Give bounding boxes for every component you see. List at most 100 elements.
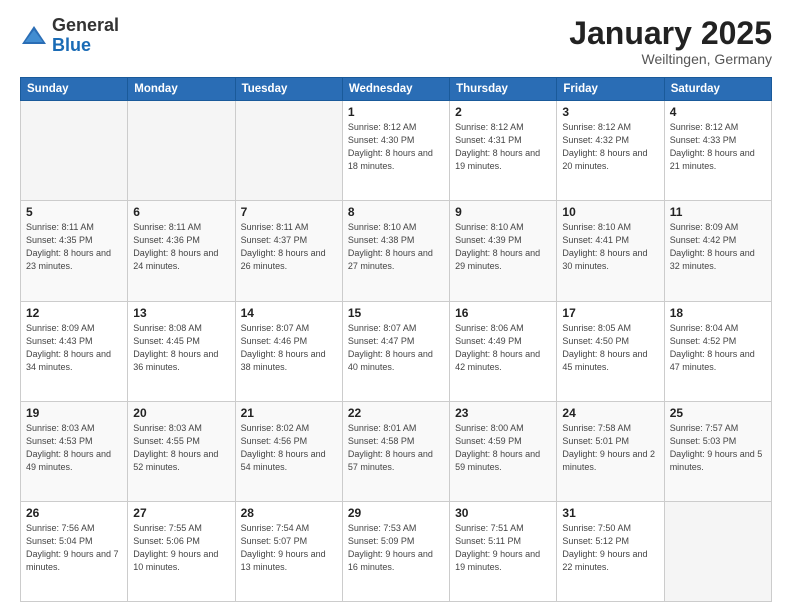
table-row: 2 Sunrise: 8:12 AMSunset: 4:31 PMDaylight… [450, 101, 557, 201]
day-info: Sunrise: 7:51 AMSunset: 5:11 PMDaylight:… [455, 522, 551, 574]
day-number: 20 [133, 406, 229, 420]
day-info: Sunrise: 8:10 AMSunset: 4:38 PMDaylight:… [348, 221, 444, 273]
day-number: 3 [562, 105, 658, 119]
table-row: 19Sunrise: 8:03 AMSunset: 4:53 PMDayligh… [21, 401, 128, 501]
table-row: 29Sunrise: 7:53 AMSunset: 5:09 PMDayligh… [342, 501, 449, 601]
day-info: Sunrise: 8:07 AMSunset: 4:47 PMDaylight:… [348, 322, 444, 374]
table-row: 16Sunrise: 8:06 AMSunset: 4:49 PMDayligh… [450, 301, 557, 401]
table-row [128, 101, 235, 201]
table-row: 13 Sunrise: 8:08 AMSunset: 4:45 PMDayligh… [128, 301, 235, 401]
day-info: Sunrise: 8:11 AMSunset: 4:37 PMDaylight:… [241, 221, 337, 273]
day-info: Sunrise: 7:58 AMSunset: 5:01 PMDaylight:… [562, 422, 658, 474]
table-row: 8 Sunrise: 8:10 AMSunset: 4:38 PMDaylight… [342, 201, 449, 301]
day-info: Sunrise: 8:09 AMSunset: 4:42 PMDaylight:… [670, 221, 766, 273]
day-number: 30 [455, 506, 551, 520]
location: Weiltingen, Germany [569, 51, 772, 67]
table-row: 5Sunrise: 8:11 AMSunset: 4:35 PMDaylight… [21, 201, 128, 301]
day-number: 25 [670, 406, 766, 420]
day-number: 18 [670, 306, 766, 320]
day-number: 27 [133, 506, 229, 520]
table-row: 3Sunrise: 8:12 AMSunset: 4:32 PMDaylight… [557, 101, 664, 201]
header-tuesday: Tuesday [235, 78, 342, 101]
day-number: 11 [670, 205, 766, 219]
day-number: 8 [348, 205, 444, 219]
month-title: January 2025 [569, 16, 772, 51]
day-number: 21 [241, 406, 337, 420]
day-info: Sunrise: 8:08 AMSunset: 4:45 PMDaylight:… [133, 322, 229, 374]
day-number: 13 [133, 306, 229, 320]
table-row: 1 Sunrise: 8:12 AMSunset: 4:30 PMDaylight… [342, 101, 449, 201]
table-row [21, 101, 128, 201]
table-row: 20 Sunrise: 8:03 AMSunset: 4:55 PMDayligh… [128, 401, 235, 501]
day-number: 7 [241, 205, 337, 219]
day-info: Sunrise: 8:09 AMSunset: 4:43 PMDaylight:… [26, 322, 122, 374]
header-monday: Monday [128, 78, 235, 101]
table-row: 25 Sunrise: 7:57 AMSunset: 5:03 PMDayligh… [664, 401, 771, 501]
table-row: 14Sunrise: 8:07 AMSunset: 4:46 PMDayligh… [235, 301, 342, 401]
day-info: Sunrise: 8:02 AMSunset: 4:56 PMDaylight:… [241, 422, 337, 474]
calendar-week-row: 19Sunrise: 8:03 AMSunset: 4:53 PMDayligh… [21, 401, 772, 501]
day-info: Sunrise: 8:12 AMSunset: 4:31 PMDaylight:… [455, 121, 551, 173]
table-row [664, 501, 771, 601]
table-row: 12 Sunrise: 8:09 AMSunset: 4:43 PMDayligh… [21, 301, 128, 401]
table-row: 21 Sunrise: 8:02 AMSunset: 4:56 PMDayligh… [235, 401, 342, 501]
day-info: Sunrise: 8:01 AMSunset: 4:58 PMDaylight:… [348, 422, 444, 474]
day-info: Sunrise: 8:12 AMSunset: 4:30 PMDaylight:… [348, 121, 444, 173]
day-info: Sunrise: 8:10 AMSunset: 4:39 PMDaylight:… [455, 221, 551, 273]
header-sunday: Sunday [21, 78, 128, 101]
header-wednesday: Wednesday [342, 78, 449, 101]
weekday-header-row: Sunday Monday Tuesday Wednesday Thursday… [21, 78, 772, 101]
day-number: 19 [26, 406, 122, 420]
title-block: January 2025 Weiltingen, Germany [569, 16, 772, 67]
table-row: 28 Sunrise: 7:54 AMSunset: 5:07 PMDayligh… [235, 501, 342, 601]
day-info: Sunrise: 8:11 AMSunset: 4:35 PMDaylight:… [26, 221, 122, 273]
table-row: 9Sunrise: 8:10 AMSunset: 4:39 PMDaylight… [450, 201, 557, 301]
day-info: Sunrise: 8:04 AMSunset: 4:52 PMDaylight:… [670, 322, 766, 374]
day-number: 17 [562, 306, 658, 320]
table-row: 11 Sunrise: 8:09 AMSunset: 4:42 PMDayligh… [664, 201, 771, 301]
header: General Blue January 2025 Weiltingen, Ge… [20, 16, 772, 67]
page: General Blue January 2025 Weiltingen, Ge… [0, 0, 792, 612]
day-number: 22 [348, 406, 444, 420]
day-number: 10 [562, 205, 658, 219]
day-number: 29 [348, 506, 444, 520]
table-row: 6 Sunrise: 8:11 AMSunset: 4:36 PMDaylight… [128, 201, 235, 301]
day-number: 26 [26, 506, 122, 520]
day-info: Sunrise: 7:57 AMSunset: 5:03 PMDaylight:… [670, 422, 766, 474]
header-friday: Friday [557, 78, 664, 101]
logo: General Blue [20, 16, 119, 56]
day-info: Sunrise: 7:56 AMSunset: 5:04 PMDaylight:… [26, 522, 122, 574]
logo-blue: Blue [52, 35, 91, 55]
day-number: 6 [133, 205, 229, 219]
day-number: 2 [455, 105, 551, 119]
day-number: 4 [670, 105, 766, 119]
table-row: 17 Sunrise: 8:05 AMSunset: 4:50 PMDayligh… [557, 301, 664, 401]
day-number: 15 [348, 306, 444, 320]
day-number: 12 [26, 306, 122, 320]
day-info: Sunrise: 7:55 AMSunset: 5:06 PMDaylight:… [133, 522, 229, 574]
logo-icon [20, 22, 48, 50]
day-info: Sunrise: 8:11 AMSunset: 4:36 PMDaylight:… [133, 221, 229, 273]
calendar-week-row: 5Sunrise: 8:11 AMSunset: 4:35 PMDaylight… [21, 201, 772, 301]
day-info: Sunrise: 8:03 AMSunset: 4:55 PMDaylight:… [133, 422, 229, 474]
day-number: 1 [348, 105, 444, 119]
day-number: 14 [241, 306, 337, 320]
calendar-week-row: 26 Sunrise: 7:56 AMSunset: 5:04 PMDayligh… [21, 501, 772, 601]
table-row: 24Sunrise: 7:58 AMSunset: 5:01 PMDayligh… [557, 401, 664, 501]
day-info: Sunrise: 7:54 AMSunset: 5:07 PMDaylight:… [241, 522, 337, 574]
table-row: 10Sunrise: 8:10 AMSunset: 4:41 PMDayligh… [557, 201, 664, 301]
table-row: 31Sunrise: 7:50 AMSunset: 5:12 PMDayligh… [557, 501, 664, 601]
day-number: 23 [455, 406, 551, 420]
table-row: 30 Sunrise: 7:51 AMSunset: 5:11 PMDayligh… [450, 501, 557, 601]
day-number: 28 [241, 506, 337, 520]
table-row: 27 Sunrise: 7:55 AMSunset: 5:06 PMDayligh… [128, 501, 235, 601]
day-info: Sunrise: 8:00 AMSunset: 4:59 PMDaylight:… [455, 422, 551, 474]
logo-general: General [52, 15, 119, 35]
day-info: Sunrise: 8:05 AMSunset: 4:50 PMDaylight:… [562, 322, 658, 374]
calendar-week-row: 12 Sunrise: 8:09 AMSunset: 4:43 PMDayligh… [21, 301, 772, 401]
table-row: 15 Sunrise: 8:07 AMSunset: 4:47 PMDayligh… [342, 301, 449, 401]
calendar: Sunday Monday Tuesday Wednesday Thursday… [20, 77, 772, 602]
day-number: 16 [455, 306, 551, 320]
logo-text: General Blue [52, 16, 119, 56]
table-row: 7 Sunrise: 8:11 AMSunset: 4:37 PMDaylight… [235, 201, 342, 301]
